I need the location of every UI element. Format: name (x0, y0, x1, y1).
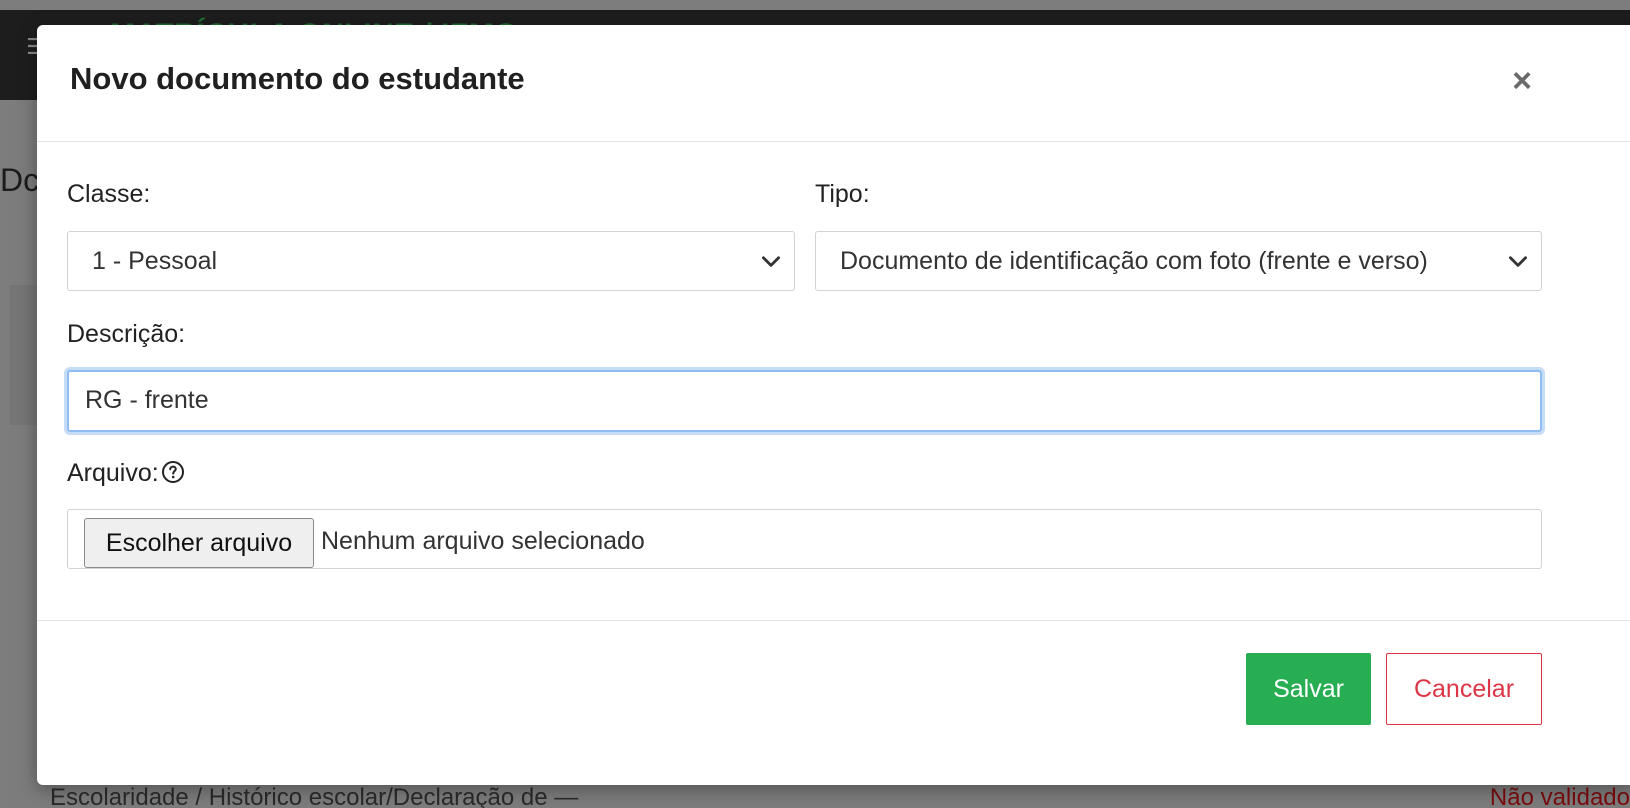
chevron-down-icon (1509, 256, 1527, 267)
file-status-text: Nenhum arquivo selecionado (321, 527, 645, 555)
tipo-label: Tipo: (815, 180, 870, 208)
modal-header: Novo documento do estudante × (37, 25, 1630, 142)
descricao-input[interactable]: RG - frente (67, 370, 1542, 432)
modal-title: Novo documento do estudante (70, 61, 525, 96)
tipo-select[interactable]: Documento de identificação com foto (fre… (815, 231, 1542, 291)
file-input: Escolher arquivo Nenhum arquivo selecion… (67, 509, 1542, 569)
new-document-modal: Novo documento do estudante × Classe: 1 … (37, 25, 1630, 785)
classe-label: Classe: (67, 180, 151, 208)
modal-footer-divider (37, 620, 1630, 621)
document-row-status: Não validado (1489, 784, 1630, 808)
chevron-down-icon (762, 256, 780, 267)
classe-select[interactable]: 1 - Pessoal (67, 231, 795, 291)
save-button[interactable]: Salvar (1246, 653, 1371, 725)
classe-selected-value: 1 - Pessoal (92, 247, 218, 275)
cancel-button[interactable]: Cancelar (1386, 653, 1542, 725)
document-row-label: Escolaridade / Histórico escolar/Declara… (50, 784, 579, 808)
descricao-label: Descrição: (67, 320, 186, 348)
choose-file-button[interactable]: Escolher arquivo (84, 518, 314, 568)
arquivo-label: Arquivo: (67, 459, 159, 487)
tipo-selected-value: Documento de identificação com foto (fre… (840, 247, 1428, 275)
close-icon[interactable]: × (1500, 59, 1544, 103)
question-circle-icon[interactable] (161, 460, 185, 484)
descricao-input-value: RG - frente (85, 386, 209, 414)
page-heading: Dc (0, 162, 40, 198)
arquivo-label-group: Arquivo: (67, 459, 185, 488)
